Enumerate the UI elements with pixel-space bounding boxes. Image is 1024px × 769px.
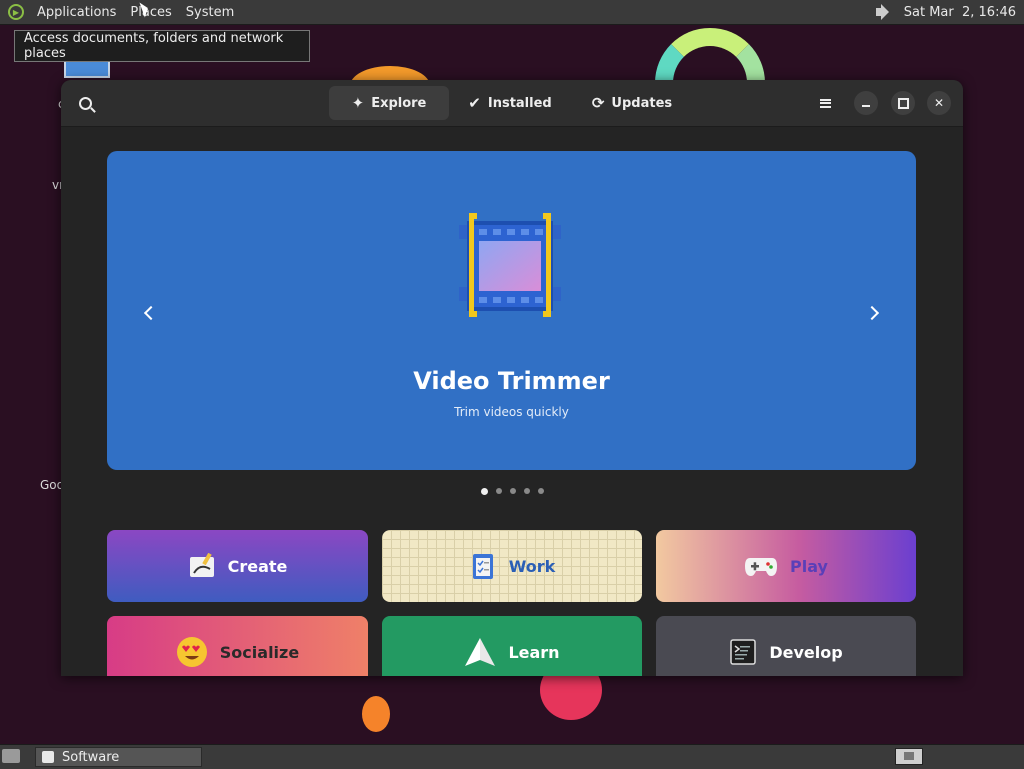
category-label: Learn (508, 642, 560, 662)
explore-icon: ✦ (351, 94, 365, 112)
tab-label: Explore (371, 95, 427, 111)
carousel-indicator (481, 488, 544, 495)
category-play[interactable]: Play (656, 530, 916, 602)
terminal-icon (729, 638, 757, 666)
category-work[interactable]: Work (382, 530, 642, 602)
category-learn[interactable]: Learn (382, 616, 642, 676)
category-label: Work (508, 556, 556, 576)
chevron-right-icon (864, 305, 880, 321)
featured-app-title: Video Trimmer (413, 367, 610, 395)
create-icon (188, 552, 216, 580)
menu-places[interactable]: Places (123, 5, 178, 20)
view-switcher: ✦ Explore ✔ Installed ⟳ Updates (329, 86, 693, 120)
check-circle-icon: ✔ (468, 94, 481, 112)
software-window: ✦ Explore ✔ Installed ⟳ Updates ✕ Video … (61, 80, 963, 676)
close-icon: ✕ (933, 96, 945, 110)
category-label: Create (227, 556, 288, 576)
bottom-panel: Software (0, 744, 1024, 769)
taskbar-window-button[interactable]: Software (35, 747, 202, 767)
carousel-dot[interactable] (510, 488, 516, 494)
taskbar-window-label: Software (62, 749, 120, 765)
paper-plane-icon (464, 638, 496, 666)
tab-explore[interactable]: ✦ Explore (329, 86, 449, 120)
wallpaper-blob (362, 696, 390, 732)
show-desktop-icon[interactable] (2, 749, 20, 763)
category-label: Play (790, 556, 828, 576)
carousel-next-button[interactable] (860, 299, 888, 327)
refresh-icon: ⟳ (591, 94, 605, 112)
menu-applications[interactable]: Applications (30, 5, 123, 20)
tab-installed[interactable]: ✔ Installed (449, 86, 571, 120)
volume-icon[interactable] (875, 4, 894, 20)
minimize-icon (862, 105, 870, 107)
category-create[interactable]: Create (107, 530, 368, 602)
video-trimmer-app-icon (457, 211, 567, 325)
clock[interactable]: Sat Mar 2, 16:46 (904, 5, 1016, 20)
category-socialize[interactable]: Socialize (107, 616, 368, 676)
featured-app-subtitle: Trim videos quickly (454, 405, 569, 419)
maximize-button[interactable] (891, 91, 915, 115)
tab-updates[interactable]: ⟳ Updates (571, 86, 693, 120)
close-button[interactable]: ✕ (927, 91, 951, 115)
software-app-icon (42, 751, 54, 763)
category-label: Develop (769, 642, 843, 662)
workspace-switcher[interactable] (895, 748, 923, 765)
carousel-dot[interactable] (496, 488, 502, 494)
menu-system[interactable]: System (179, 5, 241, 20)
carousel-dot[interactable] (524, 488, 530, 494)
hamburger-icon (819, 98, 831, 108)
clipboard-icon (469, 552, 497, 580)
top-panel: ▶ Applications Places System Sat Mar 2, … (0, 0, 1024, 25)
minimize-button[interactable] (854, 91, 878, 115)
search-button[interactable] (71, 89, 99, 117)
featured-carousel[interactable]: Video Trimmer Trim videos quickly (107, 151, 916, 470)
tab-label: Updates (611, 95, 673, 111)
carousel-dot[interactable] (481, 488, 488, 495)
tooltip: Access documents, folders and network pl… (14, 30, 310, 62)
category-develop[interactable]: Develop (656, 616, 916, 676)
headerbar: ✦ Explore ✔ Installed ⟳ Updates ✕ (61, 80, 963, 127)
main-menu-button[interactable] (813, 89, 837, 117)
carousel-previous-button[interactable] (135, 299, 163, 327)
carousel-dot[interactable] (538, 488, 544, 494)
maximize-icon (897, 97, 909, 109)
gamepad-icon (744, 552, 778, 580)
category-label: Socialize (219, 642, 300, 662)
computer-desktop-icon[interactable] (64, 60, 110, 78)
tab-label: Installed (487, 95, 552, 111)
mate-logo-icon[interactable]: ▶ (8, 4, 24, 20)
emoji-heart-eyes-icon (176, 636, 208, 668)
chevron-left-icon (143, 305, 159, 321)
search-icon (78, 96, 92, 110)
